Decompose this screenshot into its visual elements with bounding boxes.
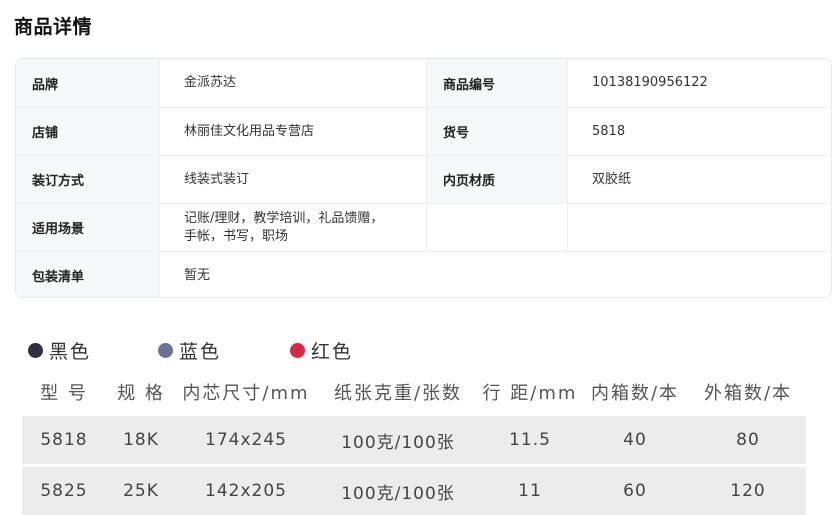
table-cell: 142x205: [205, 481, 287, 501]
table-row: 5818 18K 174x245 100克/100张 11.5 40 80: [22, 416, 806, 464]
header-cell: 内箱数/本: [590, 383, 680, 404]
table-cell: 40: [623, 430, 647, 450]
brand-value: 金派苏达: [159, 59, 426, 107]
header-cell: 规 格: [117, 383, 165, 404]
header-cell: 纸张克重/张数: [333, 383, 463, 404]
spec-row: 品牌 金派苏达 商品编号 10138190956122: [16, 59, 831, 107]
model-table-header: 型 号 规 格 内芯尺寸/mm 纸张克重/张数 行 距/mm 内箱数/本 外箱数…: [22, 378, 806, 406]
empty-cell: [567, 204, 831, 251]
shop-value: 林丽佳文化用品专营店: [159, 108, 426, 155]
color-swatch: [290, 343, 305, 358]
sku-value: 10138190956122: [567, 59, 831, 107]
item-no-label: 货号: [426, 108, 567, 155]
table-cell: 11: [518, 481, 542, 501]
table-cell: 100克/100张: [341, 432, 455, 453]
binding-label: 装订方式: [16, 156, 159, 203]
spec-row: 装订方式 线装式装订 内页材质 双胶纸: [16, 155, 831, 203]
color-swatch: [28, 343, 43, 358]
color-option-black[interactable]: 黑色: [28, 337, 91, 364]
binding-value: 线装式装订: [159, 156, 426, 203]
color-label: 蓝色: [179, 341, 222, 363]
table-cell: 80: [736, 430, 760, 450]
empty-cell: [426, 204, 567, 251]
spec-row: 适用场景 记账/理财，教学培训，礼品馈赠， 手帐，书写，职场: [16, 203, 831, 251]
spec-row: 包装清单 暂无: [16, 251, 831, 297]
scene-value-line: 手帐，书写，职场: [184, 228, 289, 244]
scene-label: 适用场景: [16, 204, 159, 251]
table-cell: 60: [623, 481, 647, 501]
header-cell: 内芯尺寸/mm: [182, 383, 310, 404]
table-cell: 11.5: [509, 430, 551, 450]
table-cell: 5825: [40, 481, 88, 501]
table-cell: 5818: [40, 430, 88, 450]
color-option-red[interactable]: 红色: [290, 337, 353, 364]
product-spec-table: 品牌 金派苏达 商品编号 10138190956122 店铺 林丽佳文化用品专营…: [15, 58, 832, 298]
item-no-value: 5818: [567, 108, 831, 155]
table-cell: 25K: [123, 481, 159, 501]
color-label: 红色: [311, 341, 354, 363]
package-value: 暂无: [159, 252, 831, 297]
spec-row: 店铺 林丽佳文化用品专营店 货号 5818: [16, 107, 831, 155]
color-option-blue[interactable]: 蓝色: [158, 337, 221, 364]
table-cell: 120: [730, 481, 766, 501]
brand-label: 品牌: [16, 59, 159, 107]
page-title: 商品详情: [14, 16, 93, 38]
header-cell: 型 号: [40, 383, 88, 404]
scene-value: 记账/理财，教学培训，礼品馈赠， 手帐，书写，职场: [159, 204, 426, 251]
table-row: 5825 25K 142x205 100克/100张 11 60 120: [22, 467, 806, 515]
color-options: 黑色 蓝色 红色: [0, 337, 835, 364]
header-cell: 外箱数/本: [703, 383, 793, 404]
table-cell: 18K: [123, 430, 159, 450]
color-swatch: [158, 343, 173, 358]
paper-value: 双胶纸: [567, 156, 831, 203]
color-label: 黑色: [49, 341, 92, 363]
table-cell: 174x245: [205, 430, 287, 450]
scene-value-line: 记账/理财，教学培训，礼品馈赠，: [184, 210, 384, 226]
shop-label: 店铺: [16, 108, 159, 155]
paper-label: 内页材质: [426, 156, 567, 203]
header-cell: 行 距/mm: [482, 383, 578, 404]
table-cell: 100克/100张: [341, 483, 455, 504]
sku-label: 商品编号: [426, 59, 567, 107]
package-label: 包装清单: [16, 252, 159, 297]
